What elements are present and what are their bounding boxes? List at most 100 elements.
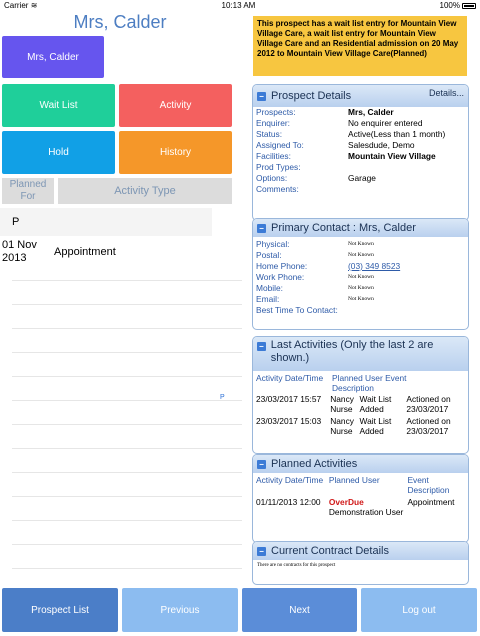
field-label: Prospects:: [256, 107, 296, 117]
row-divider: [12, 400, 242, 401]
carrier-label: Carrier ≋: [4, 1, 38, 10]
previous-button[interactable]: Previous: [122, 588, 238, 632]
collapse-icon[interactable]: −: [257, 91, 266, 101]
field-label: Home Phone:: [256, 261, 308, 271]
section-header: P: [0, 208, 212, 236]
wait-list-button[interactable]: Wait List: [2, 84, 115, 127]
field-label: Email:: [256, 294, 280, 304]
field-value: Not Known: [348, 285, 374, 291]
row-divider: [12, 376, 242, 377]
last-activities-panel: − Last Activities (Only the last 2 are s…: [252, 336, 469, 454]
cell: Actioned on 23/03/2017: [406, 416, 451, 436]
panel-title: Planned Activities: [271, 458, 358, 470]
table-header: Activity Date/Time Planned User Event De…: [256, 373, 465, 393]
contract-details-header[interactable]: − Current Contract Details: [253, 542, 468, 560]
field-label: Options:: [256, 173, 288, 183]
field-row: Options: Garage: [253, 173, 468, 184]
right-pane: This prospect has a wait list entry for …: [245, 12, 480, 588]
wifi-icon: ≋: [30, 1, 38, 10]
field-value: Not Known: [348, 296, 374, 302]
cell: OverDue Demonstration User: [329, 497, 408, 517]
activity-button[interactable]: Activity: [119, 84, 232, 127]
panel-title: Primary Contact : Mrs, Calder: [271, 222, 416, 234]
column-header: Planned User Event Description: [332, 373, 407, 393]
table-row[interactable]: 23/03/2017 15:03 Nancy Nurse Wait List A…: [256, 416, 465, 436]
primary-contact-header[interactable]: − Primary Contact : Mrs, Calder: [253, 219, 468, 237]
field-row: Email: Not Known: [253, 294, 468, 305]
field-row: Enquirer: No enquirer entered: [253, 118, 468, 129]
table-row[interactable]: 01/11/2013 12:00 OverDue Demonstration Us…: [256, 497, 465, 517]
column-header: Activity Date/Time: [256, 475, 324, 485]
field-value: Garage: [348, 173, 376, 183]
last-activities-header[interactable]: − Last Activities (Only the last 2 are s…: [253, 337, 468, 371]
details-link[interactable]: Details...: [429, 88, 464, 98]
field-value: Not Known: [348, 252, 374, 258]
activity-row-description[interactable]: Appointment: [54, 246, 116, 258]
planned-activities-header[interactable]: − Planned Activities: [253, 455, 468, 473]
row-divider: [12, 544, 242, 545]
column-header: Activity Date/Time: [256, 373, 324, 383]
cell: 23/03/2017 15:57: [256, 394, 322, 404]
cell: Wait List Added: [359, 394, 392, 414]
field-row: Home Phone: (03) 349 8523: [253, 261, 468, 272]
collapse-icon[interactable]: −: [257, 546, 266, 556]
table-row[interactable]: 23/03/2017 15:57 Nancy Nurse Wait List A…: [256, 394, 465, 414]
collapse-icon[interactable]: −: [257, 223, 266, 233]
last-activities-table: Activity Date/Time Planned User Event De…: [253, 371, 468, 438]
cell: Actioned on 23/03/2017: [406, 394, 451, 414]
activity-row-date[interactable]: 01 Nov 2013: [2, 239, 50, 265]
field-value: Not Known: [348, 274, 374, 280]
field-label: Comments:: [256, 184, 299, 194]
prospect-details-header[interactable]: − Prospect Details Details...: [253, 85, 468, 107]
left-pane: Mrs, Calder Mrs, Calder Wait List Activi…: [0, 12, 242, 588]
hold-button[interactable]: Hold: [2, 131, 115, 174]
contract-details-panel: − Current Contract Details There are no …: [252, 541, 469, 585]
next-button[interactable]: Next: [242, 588, 357, 632]
field-label: Facilities:: [256, 151, 291, 161]
planned-activities-table: Activity Date/Time Planned User Event De…: [253, 473, 468, 519]
planned-user: Demonstration User: [328, 507, 404, 517]
cell: Appointment: [407, 497, 455, 507]
clock: 10:13 AM: [221, 1, 256, 10]
field-value: Not Known: [348, 241, 374, 247]
field-value: Mountain View Village: [348, 151, 436, 161]
planned-for-header[interactable]: Planned For: [2, 178, 54, 204]
overdue-label: OverDue: [328, 497, 364, 507]
cell: Wait List Added: [359, 416, 392, 436]
battery-icon: [461, 3, 476, 9]
history-button[interactable]: History: [119, 131, 232, 174]
field-label: Mobile:: [256, 283, 283, 293]
prospect-name-button[interactable]: Mrs, Calder: [2, 36, 104, 78]
section-index[interactable]: P: [220, 394, 225, 401]
column-header: Event Description: [407, 475, 450, 495]
logout-button[interactable]: Log out: [361, 588, 477, 632]
field-row: Comments:: [253, 184, 468, 195]
field-label: Assigned To:: [256, 140, 304, 150]
planned-activities-panel: − Planned Activities Activity Date/Time …: [252, 454, 469, 543]
field-label: Status:: [256, 129, 283, 139]
field-label: Postal:: [256, 250, 282, 260]
page-title: Mrs, Calder: [73, 12, 167, 32]
field-row: Facilities: Mountain View Village: [253, 151, 468, 162]
field-row: Work Phone: Not Known: [253, 272, 468, 283]
activity-type-header[interactable]: Activity Type: [58, 178, 232, 204]
panel-title: Last Activities (Only the last 2 are sho…: [270, 339, 434, 364]
primary-contact-panel: − Primary Contact : Mrs, Calder Physical…: [252, 218, 469, 330]
prospect-details-panel: − Prospect Details Details... Prospects:…: [252, 84, 469, 221]
status-bar: Carrier ≋ 10:13 AM 100%: [0, 0, 480, 12]
battery-indicator: 100%: [440, 0, 476, 12]
row-divider: [12, 304, 242, 305]
row-divider: [12, 424, 242, 425]
row-divider: [12, 472, 242, 473]
row-divider: [12, 520, 242, 521]
field-value: Mrs, Calder: [348, 107, 394, 117]
bottom-toolbar: Prospect List Previous Next Log out: [0, 588, 480, 636]
field-label: Best Time To Contact:: [256, 305, 338, 315]
row-divider: [12, 328, 242, 329]
prospect-list-button[interactable]: Prospect List: [2, 588, 118, 632]
phone-link[interactable]: (03) 349 8523: [348, 261, 400, 272]
collapse-icon[interactable]: −: [257, 342, 266, 351]
collapse-icon[interactable]: −: [257, 459, 266, 469]
row-divider: [12, 352, 242, 353]
field-row: Prod Types:: [253, 162, 468, 173]
